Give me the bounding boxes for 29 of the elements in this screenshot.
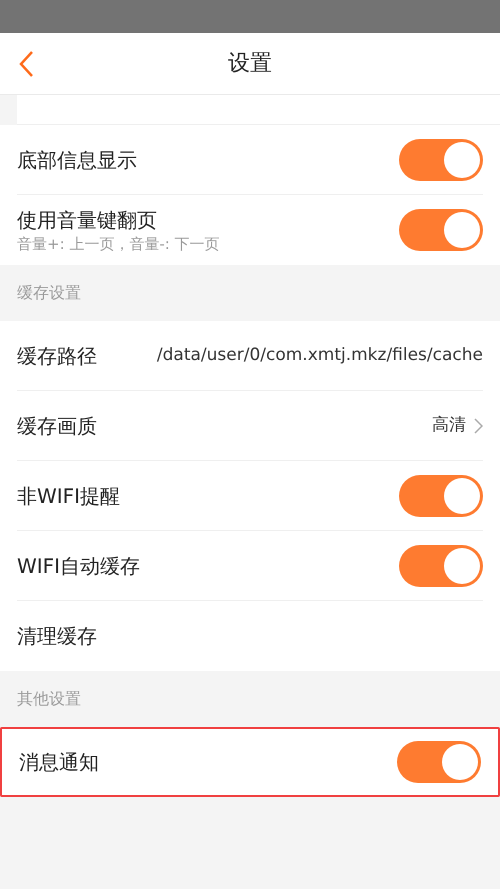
settings-row[interactable]: 消息通知 [0, 727, 500, 797]
setting-label: 缓存路径 [17, 342, 98, 370]
settings-row[interactable]: 缓存路径 /data/user/0/com.xmtj.mkz/files/cache [0, 321, 500, 391]
page-title: 设置 [228, 50, 272, 78]
settings-row[interactable]: 非WIFI提醒 [0, 461, 500, 531]
back-icon [18, 50, 34, 78]
setting-label: 缓存画质 [17, 412, 98, 440]
setting-value: 高清 [432, 414, 466, 437]
section-title: 其他设置 [17, 688, 81, 710]
toggle-switch[interactable] [399, 474, 483, 516]
settings-row[interactable]: 使用音量键翻页 音量+: 上一页，音量-: 下一页 [0, 195, 500, 265]
setting-label: WIFI自动缓存 [17, 552, 142, 580]
section-title: 缓存设置 [17, 282, 81, 304]
toggle-switch[interactable] [399, 138, 483, 180]
setting-label: 消息通知 [19, 749, 100, 776]
chevron-right-icon [474, 418, 483, 434]
settings-row[interactable]: 清理缓存 [0, 601, 500, 671]
settings-row[interactable]: 底部信息显示 [0, 125, 500, 195]
settings-row[interactable]: WIFI自动缓存 [0, 531, 500, 601]
setting-label: 底部信息显示 [17, 146, 138, 174]
setting-label: 清理缓存 [17, 623, 98, 650]
setting-hint: 音量+: 上一页，音量-: 下一页 [17, 234, 221, 254]
setting-label: 非WIFI提醒 [17, 482, 122, 510]
toggle-switch[interactable] [399, 544, 483, 586]
setting-label: 使用音量键翻页 [17, 207, 158, 234]
settings-row[interactable]: 缓存画质 高清 [0, 391, 500, 461]
setting-value: /data/user/0/com.xmtj.mkz/files/cache [156, 344, 483, 367]
toggle-switch[interactable] [399, 209, 483, 251]
toggle-switch[interactable] [397, 741, 481, 783]
